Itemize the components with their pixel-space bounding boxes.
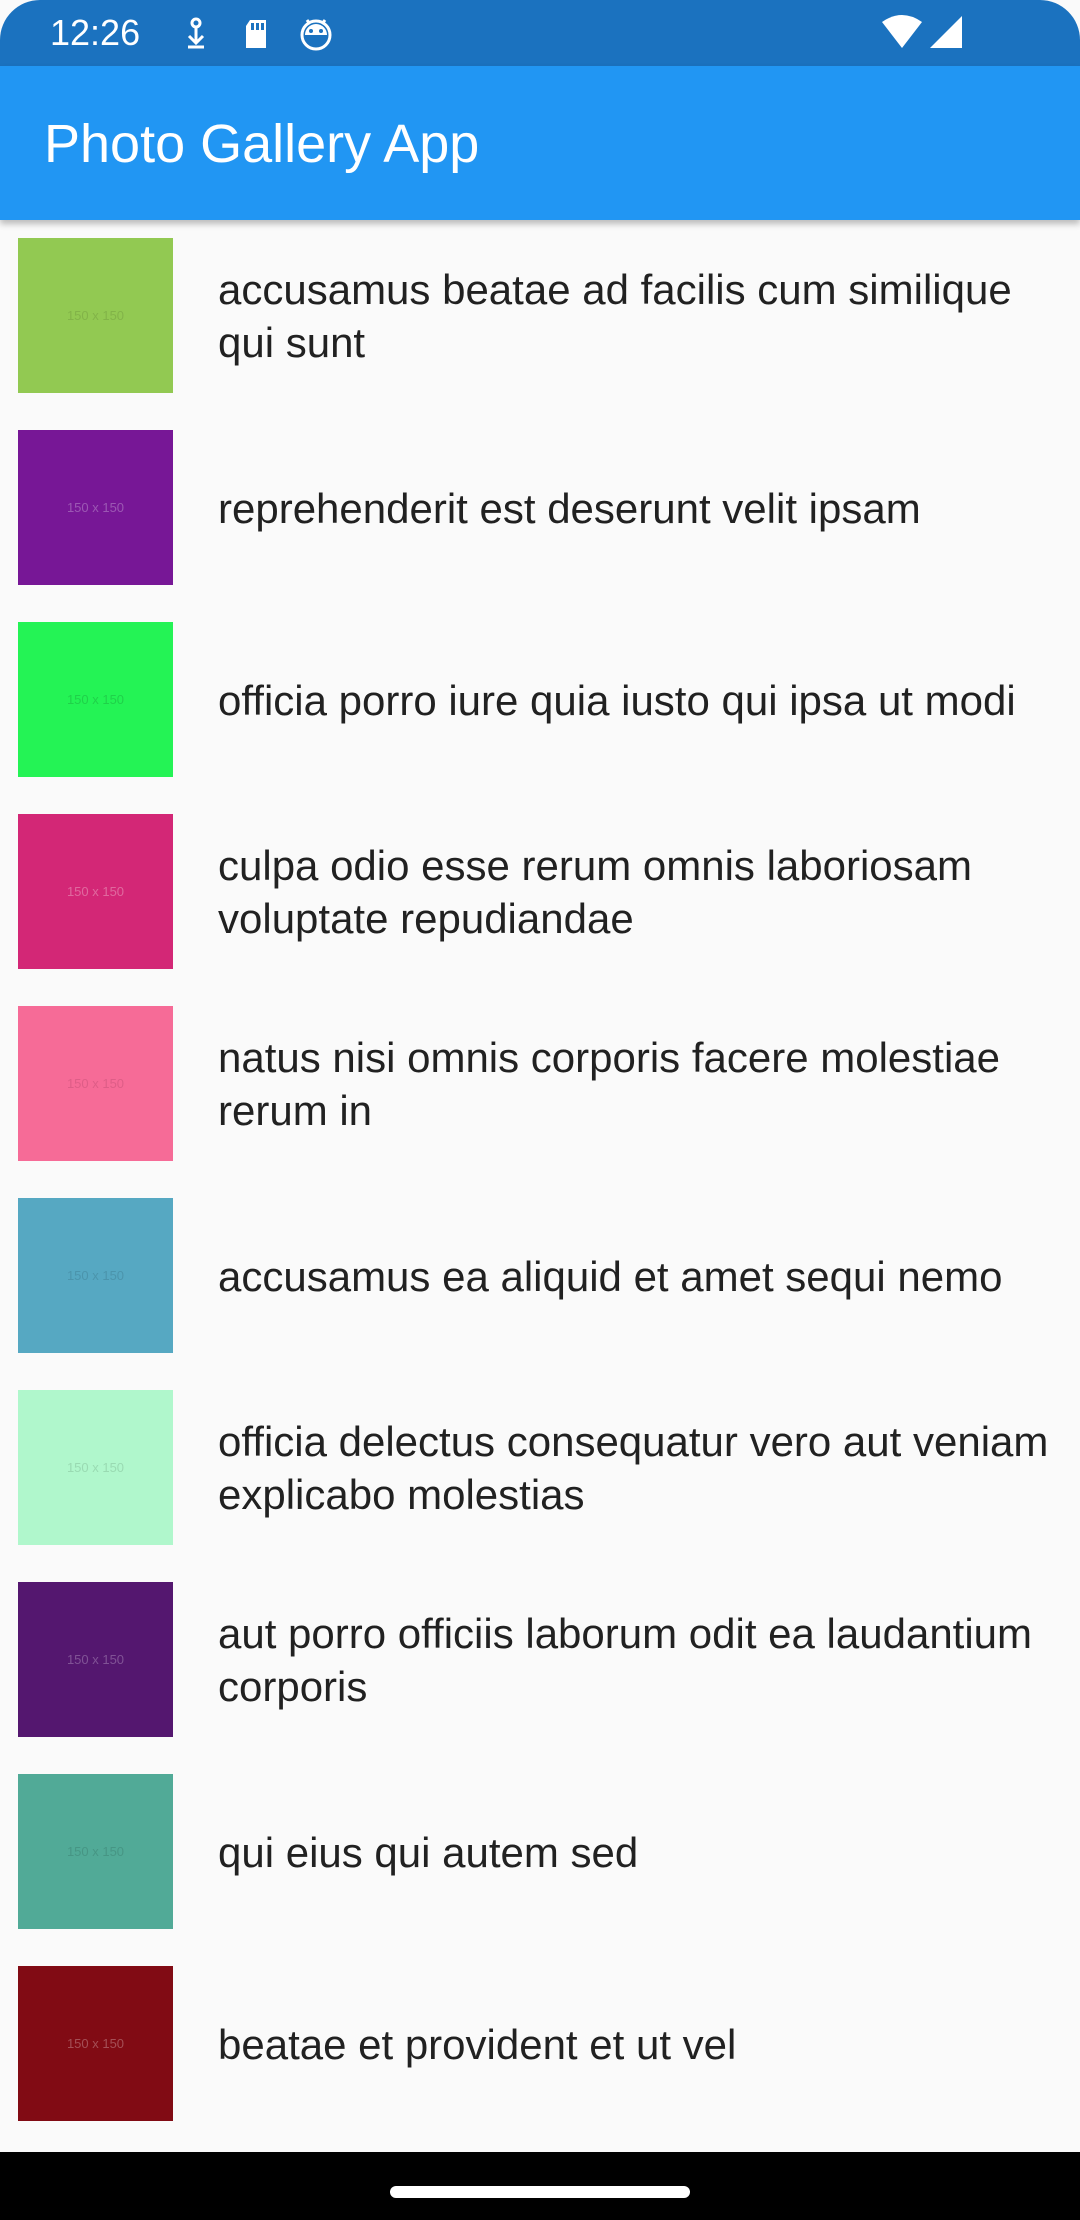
photo-title: officia porro iure quia iusto qui ipsa u… bbox=[218, 604, 1068, 796]
photo-title: reprehenderit est deserunt velit ipsam bbox=[218, 412, 1068, 604]
home-gesture-handle[interactable] bbox=[390, 2186, 690, 2198]
photo-title: qui eius qui autem sed bbox=[218, 1756, 1068, 1948]
photo-title-text: beatae et provident et ut vel bbox=[218, 2020, 737, 2068]
list-item[interactable]: 150 x 150 reprehenderit est deserunt vel… bbox=[0, 412, 1080, 604]
app-bar: Photo Gallery App bbox=[0, 66, 1080, 220]
thumbnail-label: 150 x 150 bbox=[66, 500, 125, 515]
photo-title-text: officia delectus consequatur vero aut ve… bbox=[218, 1418, 1049, 1518]
photo-thumbnail: 150 x 150 bbox=[18, 238, 173, 393]
photo-title-text: accusamus ea aliquid et amet sequi nemo bbox=[218, 1252, 1003, 1300]
thumbnail-label: 150 x 150 bbox=[66, 1652, 125, 1667]
photo-title: accusamus beatae ad facilis cum similiqu… bbox=[218, 220, 1068, 412]
list-item[interactable]: 150 x 150 aut porro officiis laborum odi… bbox=[0, 1564, 1080, 1756]
navigation-bar bbox=[0, 2152, 1080, 2220]
list-item[interactable]: 150 x 150 culpa odio esse rerum omnis la… bbox=[0, 796, 1080, 988]
photo-title-text: reprehenderit est deserunt velit ipsam bbox=[218, 484, 921, 532]
download-icon bbox=[176, 14, 216, 54]
photo-title-text: natus nisi omnis corporis facere molesti… bbox=[218, 1034, 1001, 1134]
photo-thumbnail: 150 x 150 bbox=[18, 430, 173, 585]
list-item[interactable]: 150 x 150 officia porro iure quia iusto … bbox=[0, 604, 1080, 796]
thumbnail-label: 150 x 150 bbox=[66, 1268, 125, 1283]
photo-title-text: accusamus beatae ad facilis cum similiqu… bbox=[218, 266, 1012, 366]
list-item[interactable]: 150 x 150 accusamus beatae ad facilis cu… bbox=[0, 220, 1080, 412]
photo-title-text: culpa odio esse rerum omnis laboriosam v… bbox=[218, 842, 973, 942]
photo-thumbnail: 150 x 150 bbox=[18, 1582, 173, 1737]
photo-title: officia delectus consequatur vero aut ve… bbox=[218, 1372, 1068, 1564]
sd-card-icon bbox=[236, 14, 276, 54]
thumbnail-label: 150 x 150 bbox=[66, 884, 125, 899]
list-item[interactable]: 150 x 150 officia delectus consequatur v… bbox=[0, 1372, 1080, 1564]
app-title: Photo Gallery App bbox=[44, 114, 480, 174]
thumbnail-label: 150 x 150 bbox=[66, 1460, 125, 1475]
photo-thumbnail: 150 x 150 bbox=[18, 1006, 173, 1161]
photo-title-text: qui eius qui autem sed bbox=[218, 1828, 639, 1876]
list-item[interactable]: 150 x 150 beatae et provident et ut vel bbox=[0, 1948, 1080, 2140]
photo-title: culpa odio esse rerum omnis laboriosam v… bbox=[218, 796, 1068, 988]
photo-thumbnail: 150 x 150 bbox=[18, 1198, 173, 1353]
status-bar: 12:26 bbox=[0, 0, 1080, 66]
thumbnail-label: 150 x 150 bbox=[66, 2036, 125, 2051]
photo-thumbnail: 150 x 150 bbox=[18, 1774, 173, 1929]
photo-title: beatae et provident et ut vel bbox=[218, 1948, 1068, 2140]
photo-thumbnail: 150 x 150 bbox=[18, 1390, 173, 1545]
photo-title: accusamus ea aliquid et amet sequi nemo bbox=[218, 1180, 1068, 1372]
list-item[interactable]: 150 x 150 accusamus ea aliquid et amet s… bbox=[0, 1180, 1080, 1372]
photo-thumbnail: 150 x 150 bbox=[18, 814, 173, 969]
thumbnail-label: 150 x 150 bbox=[66, 1076, 125, 1091]
thumbnail-label: 150 x 150 bbox=[66, 1844, 125, 1859]
photo-title: natus nisi omnis corporis facere molesti… bbox=[218, 988, 1068, 1180]
photo-title: aut porro officiis laborum odit ea lauda… bbox=[218, 1564, 1068, 1756]
photo-thumbnail: 150 x 150 bbox=[18, 622, 173, 777]
thumbnail-label: 150 x 150 bbox=[66, 308, 125, 323]
android-debug-icon bbox=[296, 14, 336, 54]
wifi-icon bbox=[880, 14, 924, 54]
photo-title-text: aut porro officiis laborum odit ea lauda… bbox=[218, 1610, 1033, 1710]
screen: 12:26 Photo Gallery App 150 x 150 accusa… bbox=[0, 0, 1080, 2220]
photo-title-text: officia porro iure quia iusto qui ipsa u… bbox=[218, 676, 1016, 724]
status-time: 12:26 bbox=[50, 12, 141, 53]
list-item[interactable]: 150 x 150 qui eius qui autem sed bbox=[0, 1756, 1080, 1948]
list-item[interactable]: 150 x 150 natus nisi omnis corporis face… bbox=[0, 988, 1080, 1180]
cell-signal-icon bbox=[926, 14, 966, 54]
thumbnail-label: 150 x 150 bbox=[66, 692, 125, 707]
photo-list[interactable]: 150 x 150 accusamus beatae ad facilis cu… bbox=[0, 220, 1080, 2152]
photo-thumbnail: 150 x 150 bbox=[18, 1966, 173, 2121]
